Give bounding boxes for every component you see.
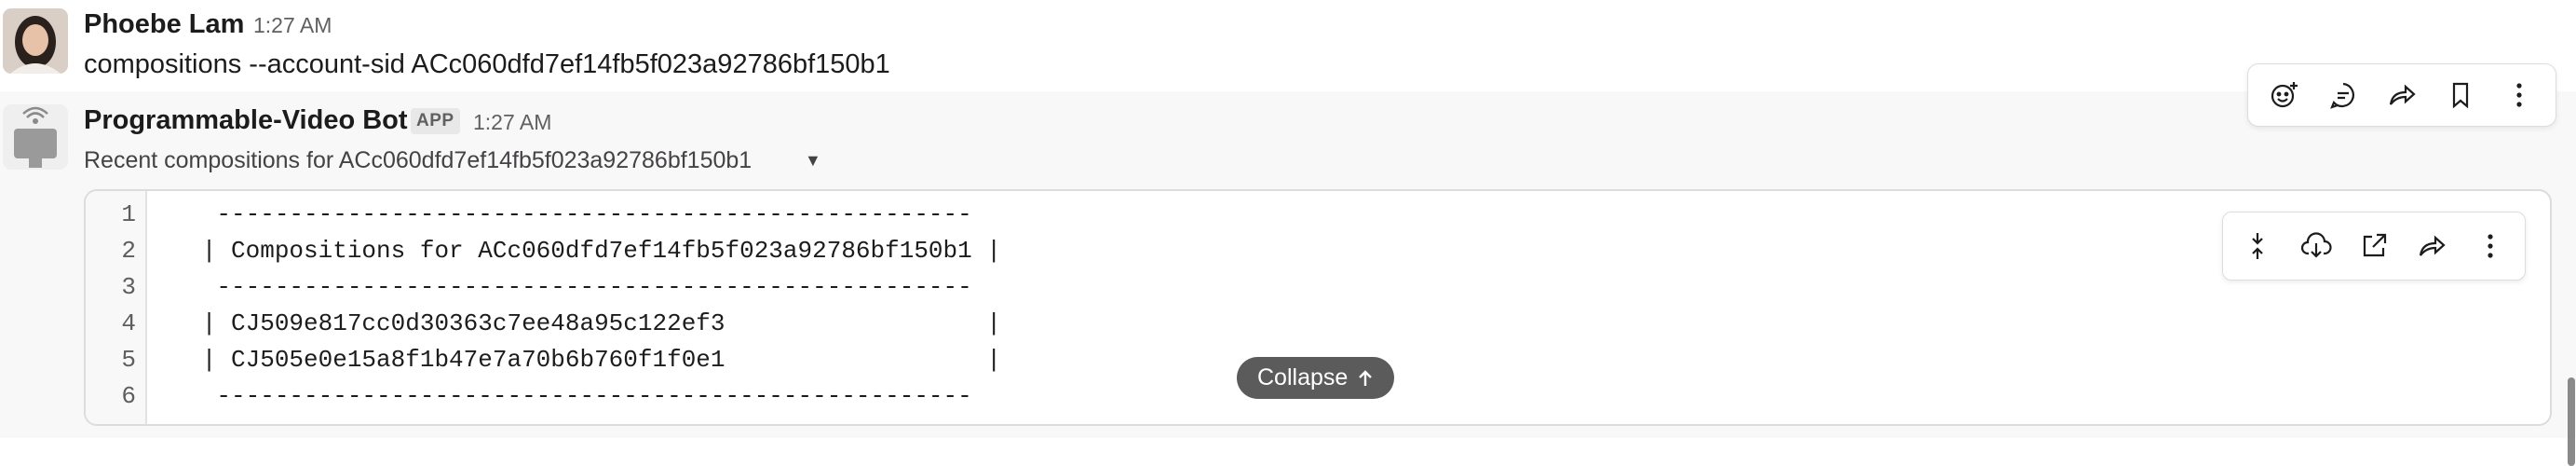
line-number: 3 — [121, 273, 136, 301]
message-phoebe: Phoebe Lam 1:27 AM compositions --accoun… — [0, 0, 2576, 91]
author-name[interactable]: Phoebe Lam — [84, 9, 244, 40]
code-line: ----------------------------------------… — [158, 200, 972, 228]
open-external-icon[interactable] — [2350, 222, 2398, 270]
code-line: ----------------------------------------… — [158, 273, 972, 301]
timestamp[interactable]: 1:27 AM — [473, 110, 551, 135]
line-number: 4 — [121, 309, 136, 337]
avatar-phoebe[interactable] — [3, 8, 68, 74]
code-line: | Compositions for ACc060dfd7ef14fb5f023… — [158, 237, 1001, 265]
forward-icon[interactable] — [2378, 71, 2426, 119]
scrollbar[interactable] — [2568, 377, 2575, 466]
snippet-title[interactable]: Recent compositions for ACc060dfd7ef14fb… — [84, 147, 752, 174]
line-number-gutter: 1 2 3 4 5 6 — [86, 191, 147, 424]
line-number: 2 — [121, 237, 136, 265]
add-reaction-icon[interactable] — [2260, 71, 2309, 119]
code-snippet: 1 2 3 4 5 6 ----------------------------… — [84, 189, 2552, 426]
code-line: ----------------------------------------… — [158, 382, 972, 410]
more-icon[interactable] — [2466, 222, 2515, 270]
collapse-button[interactable]: Collapse — [1237, 357, 1395, 399]
line-number: 5 — [121, 346, 136, 374]
snippet-actions-toolbar — [2222, 212, 2526, 281]
message-actions-toolbar — [2247, 63, 2556, 127]
more-icon[interactable] — [2495, 71, 2543, 119]
app-badge: APP — [411, 108, 460, 134]
bookmark-icon[interactable] — [2436, 71, 2485, 119]
code-line: | CJ505e0e15a8f1b47e7a70b6b760f1f0e1 | — [158, 346, 1001, 374]
bot-name[interactable]: Programmable-Video Bot — [84, 105, 408, 136]
share-icon[interactable] — [2407, 222, 2456, 270]
collapse-icon[interactable] — [2233, 222, 2282, 270]
line-number: 1 — [121, 200, 136, 228]
collapse-label: Collapse — [1257, 364, 1349, 391]
download-icon[interactable] — [2292, 222, 2340, 270]
timestamp[interactable]: 1:27 AM — [253, 13, 332, 38]
message-text: compositions --account-sid ACc060dfd7ef1… — [84, 49, 890, 79]
line-number: 6 — [121, 382, 136, 410]
arrow-up-icon — [1357, 369, 1374, 388]
chevron-down-icon[interactable]: ▼ — [805, 151, 821, 171]
avatar-bot[interactable] — [3, 104, 68, 170]
code-line: | CJ509e817cc0d30363c7ee48a95c122ef3 | — [158, 309, 1001, 337]
reply-thread-icon[interactable] — [2319, 71, 2367, 119]
